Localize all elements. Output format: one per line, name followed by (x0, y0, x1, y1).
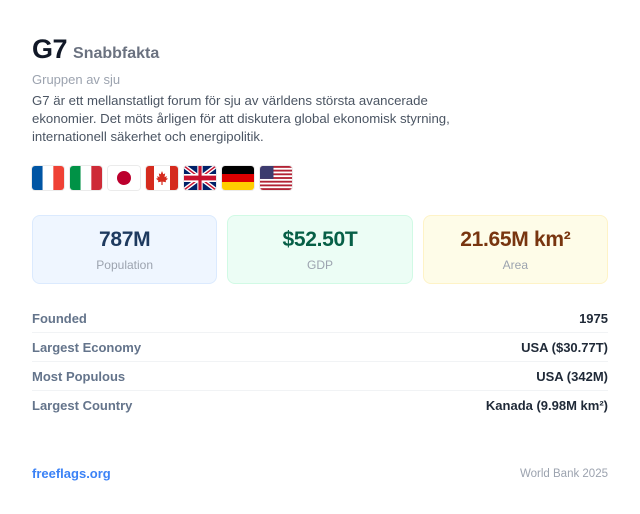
area-label: Area (502, 258, 528, 272)
page-title: G7 (32, 34, 68, 64)
usa-flag-icon (260, 166, 292, 190)
page-title-suffix: Snabbfakta (73, 45, 160, 62)
data-source: World Bank 2025 (519, 467, 608, 480)
japan-flag-icon (108, 166, 140, 190)
flag-row (32, 166, 608, 191)
population-label: Population (96, 258, 154, 272)
population-value: 787M (98, 228, 151, 251)
fact-label: Most Populous (32, 368, 126, 384)
germany-flag-icon (222, 166, 254, 190)
title-row: G7 Snabbfakta (32, 34, 608, 65)
stats-row: 787M Population $52.50T GDP 21.65M km² A… (32, 215, 608, 284)
population-stat: 787M Population (32, 215, 218, 284)
fact-row-founded: Founded 1975 (32, 304, 608, 333)
gdp-stat: $52.50T GDP (227, 215, 413, 284)
fact-value: Kanada (9.98M km²) (485, 397, 608, 413)
fact-value: USA (342M) (536, 368, 608, 384)
gdp-label: GDP (306, 258, 333, 272)
fact-row-most-populous: Most Populous USA (342M) (32, 362, 608, 391)
area-stat: 21.65M km² Area (422, 215, 608, 284)
fact-label: Founded (32, 310, 87, 326)
footer: freeflags.org World Bank 2025 (32, 466, 608, 481)
canada-flag-icon (146, 166, 178, 190)
freeflags-link[interactable]: freeflags.org (32, 466, 111, 481)
italy-flag-icon (70, 166, 102, 190)
fact-label: Largest Country (32, 397, 133, 413)
fact-row-largest-country: Largest Country Kanada (9.98M km²) (32, 391, 608, 419)
gdp-value: $52.50T (282, 228, 358, 251)
area-value: 21.65M km² (460, 228, 571, 251)
description: G7 är ett mellanstatligt forum för sju a… (32, 93, 450, 144)
facts-table: Founded 1975 Largest Economy USA ($30.77… (32, 304, 608, 419)
page-subtitle: Gruppen av sju (32, 72, 121, 87)
france-flag-icon (32, 166, 64, 190)
fact-row-largest-economy: Largest Economy USA ($30.77T) (32, 333, 608, 362)
uk-flag-icon (184, 166, 216, 190)
fact-value: USA ($30.77T) (521, 339, 608, 355)
fact-card: G7 Snabbfakta Gruppen av sju G7 är ett m… (0, 0, 640, 514)
fact-label: Largest Economy (32, 339, 142, 355)
fact-value: 1975 (579, 310, 608, 326)
